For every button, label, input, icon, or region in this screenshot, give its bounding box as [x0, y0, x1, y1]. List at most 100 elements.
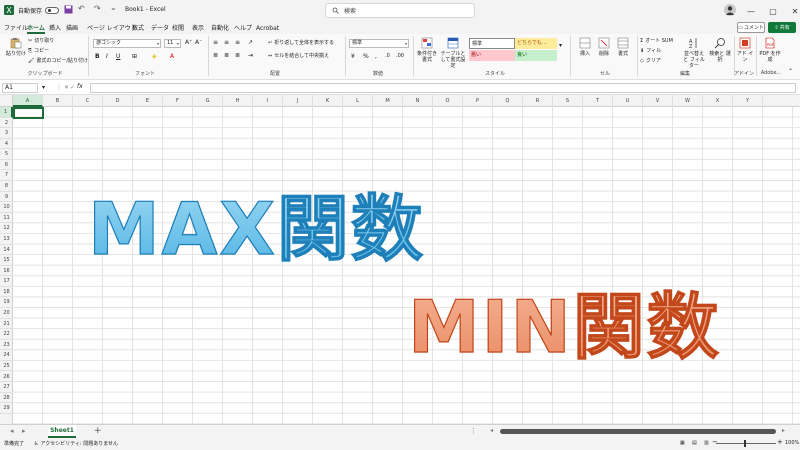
column-header[interactable]: F: [163, 95, 193, 107]
row-header[interactable]: 11: [0, 213, 13, 224]
row-header[interactable]: 23: [0, 340, 13, 351]
insert-cells-button[interactable]: 挿入: [576, 37, 594, 57]
add-sheet-icon[interactable]: +: [94, 425, 102, 438]
align-bottom-icon[interactable]: ≡: [235, 39, 240, 46]
clear-button[interactable]: ◇ クリア: [640, 57, 661, 65]
row-header[interactable]: 17: [0, 276, 13, 287]
column-header[interactable]: W: [673, 95, 703, 107]
prev-sheet-icon[interactable]: ◂: [10, 427, 14, 435]
tab-review[interactable]: 校閲: [172, 23, 184, 34]
row-header[interactable]: 12: [0, 223, 13, 234]
enter-icon[interactable]: ✓: [70, 84, 75, 91]
percent-icon[interactable]: %: [363, 53, 369, 60]
row-header[interactable]: 14: [0, 245, 13, 256]
style-bad[interactable]: 悪い: [469, 50, 515, 61]
row-header[interactable]: 18: [0, 287, 13, 298]
row-header[interactable]: 19: [0, 297, 13, 309]
comma-icon[interactable]: ,: [375, 53, 377, 60]
name-box[interactable]: A1: [2, 83, 38, 93]
search-box[interactable]: 検索: [325, 3, 475, 18]
normal-view-icon[interactable]: ▦: [680, 440, 685, 446]
zoom-out-icon[interactable]: −: [712, 438, 718, 446]
page-break-view-icon[interactable]: ▥: [704, 440, 709, 446]
row-header[interactable]: 1: [0, 107, 13, 118]
row-header[interactable]: 25: [0, 361, 13, 372]
row-header[interactable]: 16: [0, 266, 13, 277]
row-header[interactable]: 20: [0, 308, 13, 319]
column-header[interactable]: O: [433, 95, 463, 107]
tab-insert[interactable]: 挿入: [49, 23, 61, 34]
avatar[interactable]: [724, 4, 736, 16]
column-header[interactable]: I: [253, 95, 283, 107]
align-center-icon[interactable]: ≣: [224, 52, 229, 59]
formula-input[interactable]: [90, 83, 796, 93]
tab-data[interactable]: データ: [151, 23, 169, 34]
column-header[interactable]: T: [583, 95, 613, 107]
column-header[interactable]: C: [73, 95, 103, 107]
tab-page-layout[interactable]: ページ レイアウト: [87, 23, 137, 34]
save-icon[interactable]: [64, 5, 73, 14]
align-middle-icon[interactable]: ≡: [224, 39, 229, 46]
row-header[interactable]: 26: [0, 372, 13, 383]
tab-view[interactable]: 表示: [192, 23, 204, 34]
row-header[interactable]: 9: [0, 192, 13, 203]
sort-filter-button[interactable]: AZ 並べ替えと フィルター: [683, 37, 705, 69]
column-header[interactable]: S: [553, 95, 583, 107]
column-header[interactable]: P: [463, 95, 493, 107]
fill-button[interactable]: ⬇ フィル: [640, 47, 661, 55]
shrink-font-icon[interactable]: A⁻: [195, 39, 202, 46]
column-header[interactable]: V: [643, 95, 673, 107]
scroll-thumb[interactable]: [500, 429, 776, 434]
cancel-icon[interactable]: ✕: [64, 84, 69, 91]
column-header[interactable]: J: [283, 95, 313, 107]
tab-home[interactable]: ホーム: [27, 23, 45, 34]
zoom-level[interactable]: 100%: [785, 440, 799, 446]
namebox-dropdown-icon[interactable]: ▾: [42, 84, 45, 91]
fill-color-icon[interactable]: ◈: [152, 53, 157, 60]
row-header[interactable]: 2: [0, 118, 13, 129]
style-neutral[interactable]: どちらでも...: [515, 38, 557, 49]
column-header[interactable]: L: [343, 95, 373, 107]
create-pdf-button[interactable]: PDF PDF を作成: [759, 37, 781, 63]
font-name-combo[interactable]: 游ゴシック ▾: [93, 39, 161, 48]
cut-button[interactable]: ✂ 切り取り: [28, 37, 54, 45]
horizontal-scrollbar[interactable]: ◂ ▸: [490, 427, 785, 434]
indent-icon[interactable]: ⇥: [248, 52, 253, 59]
column-header[interactable]: K: [313, 95, 343, 107]
paste-button[interactable]: 貼り付け: [6, 37, 26, 57]
tab-draw[interactable]: 描画: [66, 23, 78, 34]
wrap-text-button[interactable]: ↵ 折り返して全体を表示する: [268, 39, 334, 47]
row-header[interactable]: 8: [0, 181, 13, 192]
copy-button[interactable]: ⎘ コピー: [28, 47, 49, 55]
merge-center-button[interactable]: ⇔ セルを結合して中央揃え: [268, 52, 329, 60]
align-right-icon[interactable]: ≣: [235, 52, 240, 59]
row-header[interactable]: 15: [0, 255, 13, 266]
share-button[interactable]: ⇧ 共有: [768, 22, 796, 33]
column-header[interactable]: D: [103, 95, 133, 107]
row-header[interactable]: 13: [0, 234, 13, 245]
orientation-icon[interactable]: ↗: [248, 39, 253, 46]
page-layout-view-icon[interactable]: ▤: [692, 440, 697, 446]
row-header[interactable]: 5: [0, 149, 13, 160]
currency-icon[interactable]: ¥: [351, 53, 355, 60]
conditional-format-button[interactable]: 条件付き書式: [416, 37, 438, 63]
format-as-table-button[interactable]: テーブルとして書式設定: [440, 37, 466, 69]
select-all-corner[interactable]: [0, 95, 13, 107]
bold-icon[interactable]: B: [95, 53, 100, 60]
fx-icon[interactable]: fx: [77, 83, 83, 90]
column-header[interactable]: A: [13, 95, 43, 107]
maximize-icon[interactable]: ▢: [762, 0, 784, 22]
scroll-left-icon[interactable]: ◂: [490, 427, 493, 434]
tab-splitter-icon[interactable]: ⋮: [470, 427, 477, 435]
scroll-right-icon[interactable]: ▸: [782, 427, 785, 434]
row-header[interactable]: 10: [0, 202, 13, 213]
addins-button[interactable]: アド イン: [736, 37, 754, 63]
column-header[interactable]: X: [703, 95, 733, 107]
underline-icon[interactable]: U: [116, 53, 120, 60]
row-header[interactable]: 29: [0, 403, 13, 414]
row-header[interactable]: 3: [0, 128, 13, 139]
row-header[interactable]: 4: [0, 139, 13, 150]
sheet-tab-sheet1[interactable]: Sheet1: [48, 425, 76, 438]
grow-font-icon[interactable]: A⁺: [185, 39, 192, 46]
column-header[interactable]: B: [43, 95, 73, 107]
